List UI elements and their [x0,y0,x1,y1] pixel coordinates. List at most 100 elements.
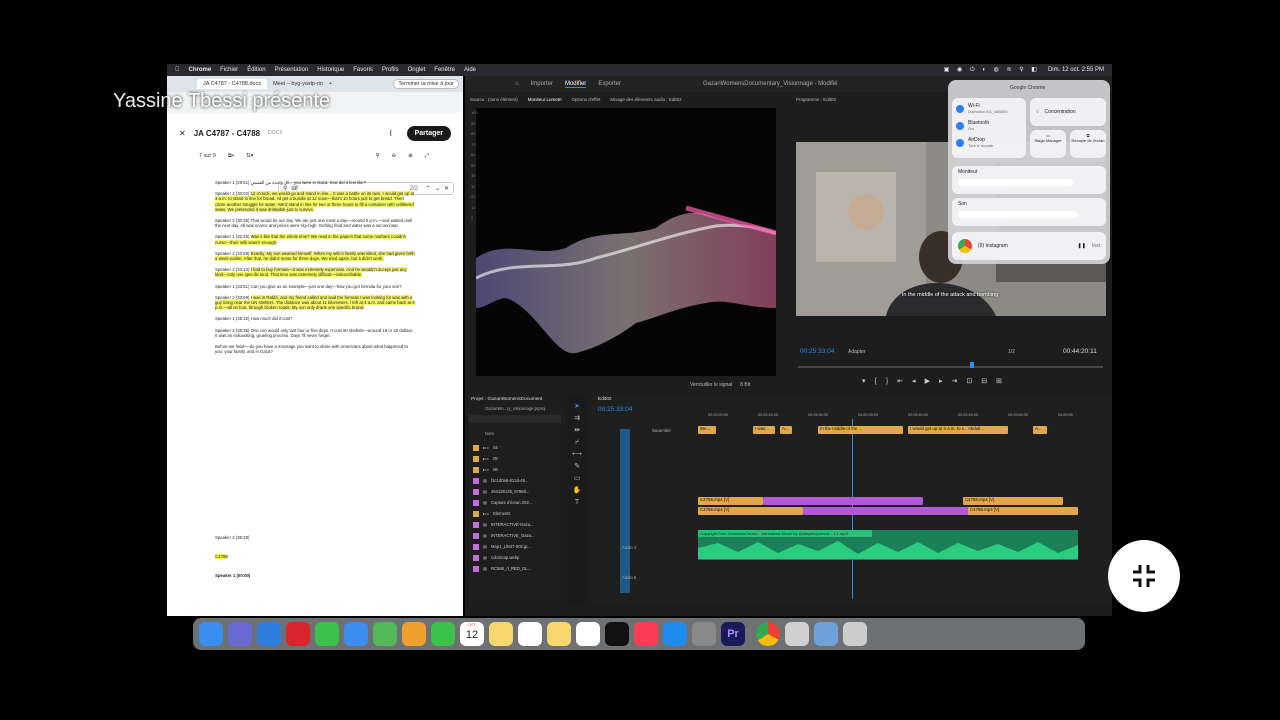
maps-icon[interactable] [373,622,397,646]
cc-focus[interactable]: ☾ Concentration [1030,98,1106,126]
close-icon[interactable]: ✕ [179,129,186,138]
video-clip[interactable]: C4796.mp4 [V] [698,507,803,515]
menu-presentation[interactable]: Présentation [275,67,309,73]
program-timecode[interactable]: 00:25:33:04 [800,348,834,355]
subtitle-clip[interactable]: A... [780,426,792,434]
label-color-swatch[interactable] [473,488,479,495]
bin-item[interactable]: ▸▭ 05 [465,453,565,464]
notes-yellow-icon[interactable] [547,622,571,646]
label-color-swatch[interactable] [473,565,479,572]
new-tab-icon[interactable]: + [329,81,332,87]
selection-tool-icon[interactable]: ➤ [568,395,586,413]
program-label[interactable]: Programme : Edit02 [796,97,836,102]
label-color-swatch[interactable] [473,499,479,506]
find-close-icon[interactable]: ✕ [444,185,449,192]
label-color-swatch[interactable] [473,444,479,451]
resolution-select[interactable]: 1/2 [1008,349,1015,355]
video-clip[interactable]: C4795.mp4 [V] [963,497,1063,505]
cc-airdrop[interactable]: AirDrop Tout le monde [956,137,1022,149]
menu-aide[interactable]: Aide [464,67,476,73]
label-color-swatch[interactable] [473,466,479,473]
subtitle-clip[interactable]: In the middle of the ... [818,426,903,434]
fit-select[interactable]: Adapter [848,349,866,355]
video-clip[interactable] [763,497,923,505]
video-clip[interactable]: C4795.mp4 [V] [968,507,1078,515]
menu-edition[interactable]: Édition [247,67,265,73]
tab-lumetri[interactable]: Moniteur Lumetri [528,97,562,102]
cc-now-playing[interactable]: (9) Instagram ❚❚ Inst [952,232,1106,260]
label-color-swatch[interactable] [473,554,479,561]
tab-meet[interactable]: Meet – byg-ywdp-rin [273,81,323,87]
trash-icon[interactable] [843,622,867,646]
music-icon[interactable] [634,622,658,646]
subtitle-clip[interactable]: I was... [753,426,775,434]
cc-wifi[interactable]: Wi-Fi Domotion 5G_36B000 [956,103,1022,115]
menu-favoris[interactable]: Favoris [353,67,373,73]
finder2-icon[interactable] [814,622,838,646]
finder-icon[interactable] [199,622,223,646]
safari-icon[interactable] [257,622,281,646]
tab-audio-mixer[interactable]: Mixage des éléments audio : Edit02 [610,97,681,102]
update-button[interactable]: Terminer la mise à jour [393,79,459,89]
lock-signal-checkbox[interactable]: Verrouiller le signal [690,382,732,388]
bin-item[interactable]: ▤ colormap.webp [465,552,565,563]
bin-item[interactable]: ▤ f3c1d0a8-612d-48... [465,475,565,486]
apple-icon[interactable]:  [175,67,180,73]
tab-effect-options[interactable]: Options d'effet [572,97,601,102]
tab-importer[interactable]: Importer [531,81,553,87]
zoom-in-icon[interactable]: ⊕ [408,153,413,160]
freeform-icon[interactable] [576,622,600,646]
label-color-swatch[interactable] [473,543,479,550]
brightness-slider[interactable] [958,179,1073,186]
bin-item[interactable]: ▸▭ 06 [465,464,565,475]
sort-icon[interactable]: ⇅▾ [246,153,253,160]
fullscreen-icon[interactable]: ⤢ [425,153,429,160]
bin-item[interactable]: ▤ 494126135_97968... [465,486,565,497]
transport-controls[interactable]: ▾{}⇤◂▶▸⇥⊡⊟⊞ [862,377,1011,385]
cc-stage-manager[interactable]: ▭ Stage Manager [1030,130,1066,158]
project-panel-title[interactable]: Projet : GazanWomensDocument [465,395,565,404]
label-color-swatch[interactable] [473,510,479,517]
program-scrubber[interactable] [798,366,1103,368]
cc-bluetooth[interactable]: Bluetooth Oui [956,120,1022,132]
project-search[interactable] [469,415,561,423]
preview-icon[interactable] [785,622,809,646]
volume-slider[interactable] [958,211,1078,218]
exit-fullscreen-button[interactable] [1108,540,1180,612]
playhead-marker[interactable] [970,362,974,368]
bin-item[interactable]: ▤ Capture d'écran 202... [465,497,565,508]
home-icon[interactable]: ⌂ [515,81,519,87]
app-store-icon[interactable] [663,622,687,646]
messages-icon[interactable] [315,622,339,646]
zoom-out-icon[interactable]: ⊖ [391,153,396,160]
bin-item[interactable]: ▤ Map1_UN47-002.jp... [465,541,565,552]
cc-screen-mirroring[interactable]: ⧉ Recopie de l'écran [1070,130,1106,158]
notes-icon[interactable] [489,622,513,646]
subtitle-clip[interactable]: Abdull... [966,426,994,434]
photos-icon[interactable] [402,622,426,646]
facetime-icon[interactable] [431,622,455,646]
track-targets[interactable] [620,429,630,593]
menu-chrome[interactable]: Chrome [189,67,212,73]
menu-fenetre[interactable]: Fenêtre [434,67,455,73]
label-color-swatch[interactable] [473,455,479,462]
menu-profils[interactable]: Profils [382,67,399,73]
label-color-swatch[interactable] [473,521,479,528]
bin-item[interactable]: ▸▭ 04 [465,442,565,453]
menubar-clock[interactable]: Dim. 12 oct. 2:55 PM [1048,67,1104,73]
paperclip-icon[interactable]: ⌇ [389,129,393,138]
tab-source[interactable]: Source : (sans élément) [470,97,518,102]
bin-item[interactable]: ▸▭ Elements [465,508,565,519]
chrome-icon[interactable] [756,622,780,646]
label-color-swatch[interactable] [473,532,479,539]
tab-modifier[interactable]: Modifier [564,81,587,88]
settings-icon[interactable] [692,622,716,646]
tab-exporter[interactable]: Exporter [598,81,621,87]
apple-tv-icon[interactable] [605,622,629,646]
video-clip[interactable]: C4796.mp4 [V] [698,497,763,505]
reminders-icon[interactable] [518,622,542,646]
menu-fichier[interactable]: Fichier [220,67,238,73]
subtitle-clip[interactable]: We... [698,426,716,434]
menu-historique[interactable]: Historique [317,67,344,73]
mail-icon[interactable] [344,622,368,646]
